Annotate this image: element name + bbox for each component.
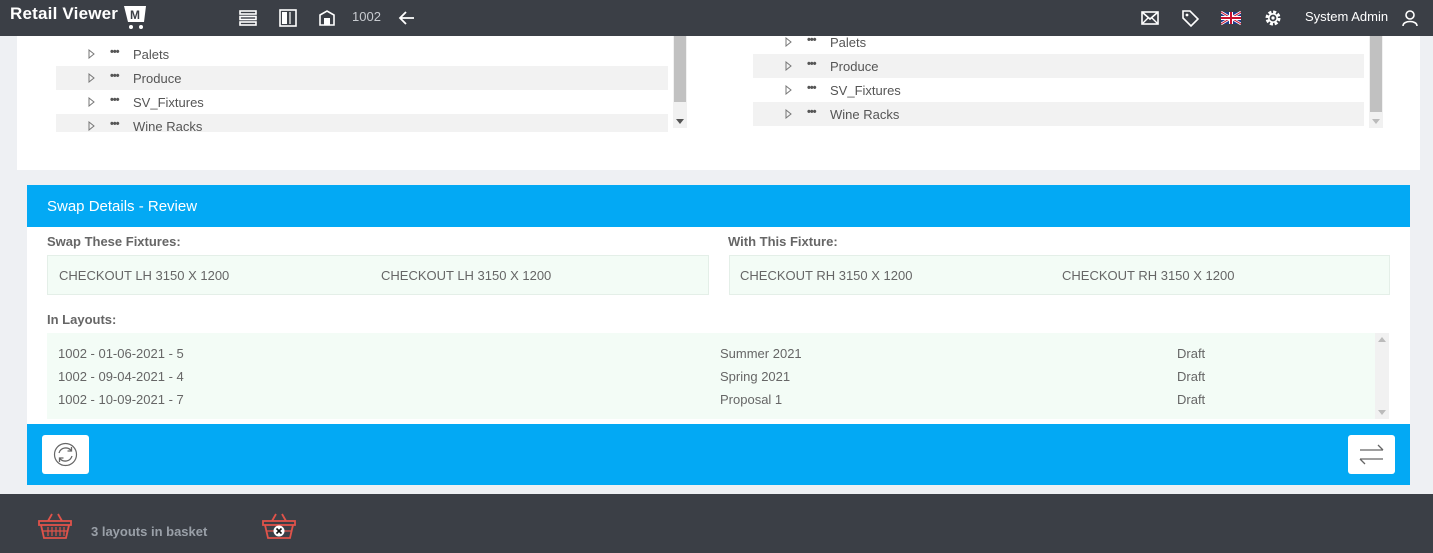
basket-bar: 3 layouts in basket xyxy=(0,494,1433,553)
fixture-item: CHECKOUT RH 3150 X 1200 xyxy=(740,268,913,283)
layouts-list: 1002 - 01-06-2021 - 5 Summer 2021 Draft … xyxy=(47,333,1389,419)
swap-details-header: Swap Details - Review xyxy=(27,185,1410,227)
tree-item-label: Wine Racks xyxy=(133,119,203,132)
mail-icon[interactable] xyxy=(1140,8,1160,28)
more-icon: ••• xyxy=(807,58,817,70)
layout-row[interactable]: 1002 - 09-04-2021 - 4 Spring 2021 Draft xyxy=(47,365,1375,388)
layout-id: 1002 - 09-04-2021 - 4 xyxy=(58,369,184,384)
layout-name: Proposal 1 xyxy=(720,392,783,407)
scroll-up-icon[interactable] xyxy=(1378,337,1386,342)
caret-right-icon[interactable] xyxy=(88,121,95,131)
scrollbar-thumb[interactable] xyxy=(674,36,686,102)
tag-icon[interactable] xyxy=(1180,8,1200,28)
target-fixture-tree: ••• Palets ••• Produce ••• SV_Fixtures •… xyxy=(753,30,1364,126)
store-icon[interactable] xyxy=(317,8,337,28)
tree-row[interactable]: ••• SV_Fixtures xyxy=(56,90,668,114)
layout-status: Draft xyxy=(1177,392,1206,407)
caret-right-icon[interactable] xyxy=(785,85,792,95)
more-icon: ••• xyxy=(110,46,120,58)
logo-cart-icon: M xyxy=(124,6,146,29)
reset-button[interactable] xyxy=(42,435,89,474)
basket-clear-icon[interactable] xyxy=(262,512,296,540)
basket-icon[interactable] xyxy=(38,512,72,540)
svg-text:M: M xyxy=(130,8,140,22)
arrow-left-icon[interactable] xyxy=(397,8,417,28)
tree-row[interactable]: ••• Produce xyxy=(56,66,668,90)
swap-details-title: Swap Details - Review xyxy=(47,198,198,215)
basket-count-text: 3 layouts in basket xyxy=(91,524,208,539)
tree-row[interactable]: ••• Produce xyxy=(753,54,1364,78)
swap-button[interactable] xyxy=(1348,435,1395,474)
caret-right-icon[interactable] xyxy=(88,49,95,59)
tree-row[interactable]: ••• Palets xyxy=(56,42,668,66)
tree-item-label: Wine Racks xyxy=(830,107,900,122)
more-icon: ••• xyxy=(807,82,817,94)
store-number: 1002 xyxy=(352,9,381,24)
tree-row[interactable]: ••• Wine Racks xyxy=(753,102,1364,126)
layouts-scrollbar[interactable] xyxy=(1375,333,1389,419)
layout-name: Summer 2021 xyxy=(720,346,802,361)
uk-flag-icon[interactable] xyxy=(1221,8,1241,28)
layout-status: Draft xyxy=(1177,369,1206,384)
tree-item-label: Produce xyxy=(830,59,879,74)
refresh-icon xyxy=(53,442,78,467)
swap-to-fixtures: CHECKOUT RH 3150 X 1200 CHECKOUT RH 3150… xyxy=(729,255,1390,295)
layouts-label: In Layouts: xyxy=(47,312,117,327)
source-fixture-tree: ••• Palets ••• Produce ••• SV_Fixtures •… xyxy=(56,42,668,132)
tree-item-label: Palets xyxy=(133,47,170,62)
scroll-down-icon[interactable] xyxy=(1378,410,1386,415)
scroll-down-icon[interactable] xyxy=(1372,119,1380,124)
user-icon[interactable] xyxy=(1400,8,1420,28)
layout-name: Spring 2021 xyxy=(720,369,791,384)
tree-item-label: Palets xyxy=(830,35,867,50)
caret-right-icon[interactable] xyxy=(88,97,95,107)
app-logo: Retail Viewer xyxy=(10,4,119,23)
tree-row[interactable]: ••• SV_Fixtures xyxy=(753,78,1364,102)
scrollbar-thumb[interactable] xyxy=(1370,36,1382,112)
swap-from-label: Swap These Fixtures: xyxy=(47,234,181,249)
caret-right-icon[interactable] xyxy=(785,109,792,119)
tree-row[interactable]: ••• Palets xyxy=(753,30,1364,54)
swap-details-card: Swap Details - Review Swap These Fixture… xyxy=(27,185,1410,485)
columns-icon[interactable] xyxy=(278,8,298,28)
fixture-item: CHECKOUT LH 3150 X 1200 xyxy=(59,268,230,283)
tree-item-label: Produce xyxy=(133,71,182,86)
layout-status: Draft xyxy=(1177,346,1206,361)
swap-arrows-icon xyxy=(1359,444,1384,465)
layout-id: 1002 - 10-09-2021 - 7 xyxy=(58,392,184,407)
layout-id: 1002 - 01-06-2021 - 5 xyxy=(58,346,184,361)
caret-right-icon[interactable] xyxy=(785,61,792,71)
more-icon: ••• xyxy=(110,94,120,106)
layout-row[interactable]: 1002 - 10-09-2021 - 7 Proposal 1 Draft xyxy=(47,388,1375,411)
more-icon: ••• xyxy=(110,70,120,82)
more-icon: ••• xyxy=(110,118,120,130)
list-icon[interactable] xyxy=(238,8,258,28)
gear-icon[interactable] xyxy=(1263,8,1283,28)
source-tree-scrollbar[interactable] xyxy=(673,36,687,128)
more-icon: ••• xyxy=(807,106,817,118)
user-name[interactable]: System Admin xyxy=(1305,9,1388,24)
fixture-item: CHECKOUT RH 3150 X 1200 xyxy=(1062,268,1235,283)
caret-right-icon[interactable] xyxy=(785,37,792,47)
tree-item-label: SV_Fixtures xyxy=(133,95,204,110)
fixture-tree-panel: ••• Palets ••• Produce ••• SV_Fixtures •… xyxy=(17,34,1420,170)
target-tree-scrollbar[interactable] xyxy=(1369,36,1383,128)
more-icon: ••• xyxy=(807,34,817,46)
swap-to-label: With This Fixture: xyxy=(728,234,838,249)
scroll-down-icon[interactable] xyxy=(676,119,684,124)
fixture-item: CHECKOUT LH 3150 X 1200 xyxy=(381,268,552,283)
tree-item-label: SV_Fixtures xyxy=(830,83,901,98)
tree-row[interactable]: ••• Wine Racks xyxy=(56,114,668,132)
caret-right-icon[interactable] xyxy=(88,73,95,83)
swap-details-footer xyxy=(27,424,1410,485)
layout-row[interactable]: 1002 - 01-06-2021 - 5 Summer 2021 Draft xyxy=(47,342,1375,365)
swap-from-fixtures: CHECKOUT LH 3150 X 1200 CHECKOUT LH 3150… xyxy=(47,255,709,295)
